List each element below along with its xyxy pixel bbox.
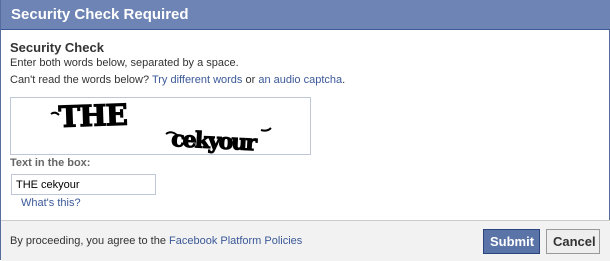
agreement-prefix: By proceeding, you agree to the	[10, 235, 166, 247]
captcha-word-1: THE	[58, 98, 127, 134]
captcha-help-line: Can't read the words below? Try differen…	[10, 74, 345, 86]
cant-read-text: Can't read the words below?	[10, 74, 150, 86]
whats-this-link[interactable]: What's this?	[21, 197, 81, 209]
period-text: .	[342, 74, 346, 86]
captcha-response-input[interactable]	[11, 174, 156, 195]
try-different-words-link[interactable]: Try different words	[152, 74, 242, 86]
cancel-button[interactable]: Cancel	[546, 229, 600, 254]
section-title: Security Check	[10, 40, 104, 55]
captcha-image: THE cekyour	[10, 97, 311, 155]
text-in-box-label: Text in the box:	[10, 157, 91, 169]
or-text: or	[245, 74, 256, 86]
dialog-title: Security Check Required	[11, 6, 189, 23]
captcha-word-2: cekyour	[171, 126, 258, 154]
dialog-title-bar: Security Check Required	[1, 0, 610, 30]
instruction-text: Enter both words below, separated by a s…	[10, 57, 239, 69]
security-check-dialog: Security Check Required Security Check E…	[0, 0, 610, 261]
captcha-graphic: THE cekyour	[50, 98, 272, 154]
submit-button[interactable]: Submit	[483, 229, 540, 254]
platform-policies-link[interactable]: Facebook Platform Policies	[169, 235, 302, 247]
audio-captcha-link[interactable]: an audio captcha	[258, 74, 342, 86]
dialog-footer: By proceeding, you agree to the Facebook…	[1, 220, 610, 261]
agreement-text: By proceeding, you agree to the Facebook…	[10, 235, 302, 247]
